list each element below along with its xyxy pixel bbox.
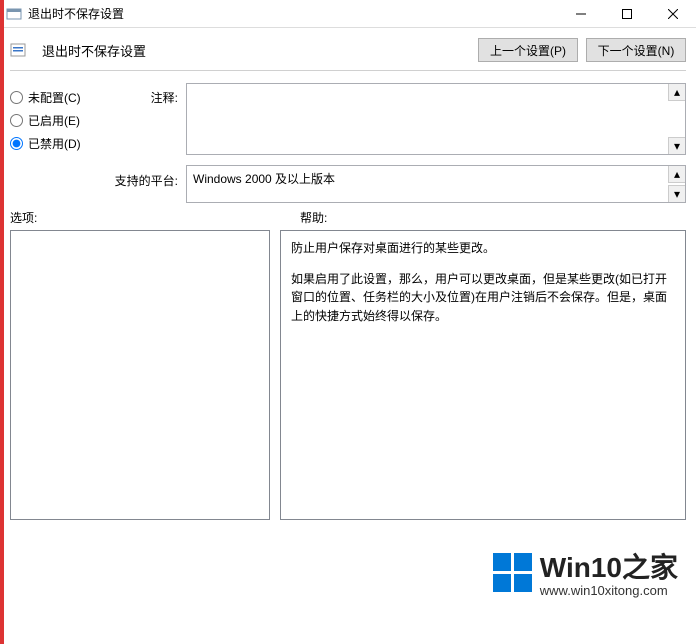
- radio-disabled-input[interactable]: [10, 137, 23, 150]
- platform-value: Windows 2000 及以上版本: [193, 172, 335, 186]
- fields-col: ▴ ▾ Windows 2000 及以上版本 ▴ ▾: [186, 79, 686, 203]
- watermark: Win10之家 www.win10xitong.com: [493, 546, 678, 598]
- mid-labels: 选项: 帮助:: [0, 203, 696, 230]
- options-label: 选项:: [10, 209, 300, 226]
- nav-buttons: 上一个设置(P) 下一个设置(N): [478, 38, 686, 62]
- watermark-brand: Win10: [540, 552, 622, 583]
- left-edge: [0, 0, 4, 644]
- platform-display: Windows 2000 及以上版本 ▴ ▾: [186, 165, 686, 203]
- watermark-sub: 之家: [622, 552, 678, 583]
- radio-enabled-input[interactable]: [10, 114, 23, 127]
- options-panel: [10, 230, 270, 520]
- maximize-button[interactable]: [604, 0, 650, 28]
- radio-not-configured-label: 未配置(C): [28, 89, 81, 106]
- radio-group: 未配置(C) 已启用(E) 已禁用(D): [10, 79, 100, 203]
- scroll-up-icon[interactable]: ▴: [668, 84, 685, 101]
- scroll-up-icon[interactable]: ▴: [668, 166, 685, 183]
- radio-enabled[interactable]: 已启用(E): [10, 112, 100, 129]
- help-label: 帮助:: [300, 209, 327, 226]
- platform-label: 支持的平台:: [108, 172, 178, 189]
- help-paragraph-2: 如果启用了此设置，那么，用户可以更改桌面，但是某些更改(如已打开窗口的位置、任务…: [291, 270, 675, 326]
- prev-setting-button[interactable]: 上一个设置(P): [478, 38, 578, 62]
- panels: 防止用户保存对桌面进行的某些更改。 如果启用了此设置，那么，用户可以更改桌面，但…: [0, 230, 696, 520]
- scroll-down-icon[interactable]: ▾: [668, 137, 685, 154]
- help-paragraph-1: 防止用户保存对桌面进行的某些更改。: [291, 239, 675, 258]
- radio-disabled[interactable]: 已禁用(D): [10, 135, 100, 152]
- comment-input[interactable]: ▴ ▾: [186, 83, 686, 155]
- close-button[interactable]: [650, 0, 696, 28]
- radio-not-configured-input[interactable]: [10, 91, 23, 104]
- radio-not-configured[interactable]: 未配置(C): [10, 89, 100, 106]
- header-row: 退出时不保存设置 上一个设置(P) 下一个设置(N): [0, 28, 696, 68]
- radio-enabled-label: 已启用(E): [28, 112, 80, 129]
- field-labels: 注释: 支持的平台:: [108, 79, 178, 203]
- scroll-down-icon[interactable]: ▾: [668, 185, 685, 202]
- window-controls: [558, 0, 696, 28]
- policy-icon: [10, 42, 26, 58]
- help-panel: 防止用户保存对桌面进行的某些更改。 如果启用了此设置，那么，用户可以更改桌面，但…: [280, 230, 686, 520]
- comment-label: 注释:: [108, 89, 178, 106]
- divider: [10, 70, 686, 71]
- policy-title: 退出时不保存设置: [42, 41, 146, 60]
- next-setting-button[interactable]: 下一个设置(N): [586, 38, 686, 62]
- config-area: 未配置(C) 已启用(E) 已禁用(D) 注释: 支持的平台: ▴ ▾ Wind…: [0, 79, 696, 203]
- window-title: 退出时不保存设置: [28, 5, 124, 22]
- minimize-button[interactable]: [558, 0, 604, 28]
- watermark-url: www.win10xitong.com: [540, 583, 678, 598]
- radio-disabled-label: 已禁用(D): [28, 135, 81, 152]
- app-icon: [6, 6, 22, 22]
- titlebar: 退出时不保存设置: [0, 0, 696, 28]
- windows-logo-icon: [493, 553, 532, 592]
